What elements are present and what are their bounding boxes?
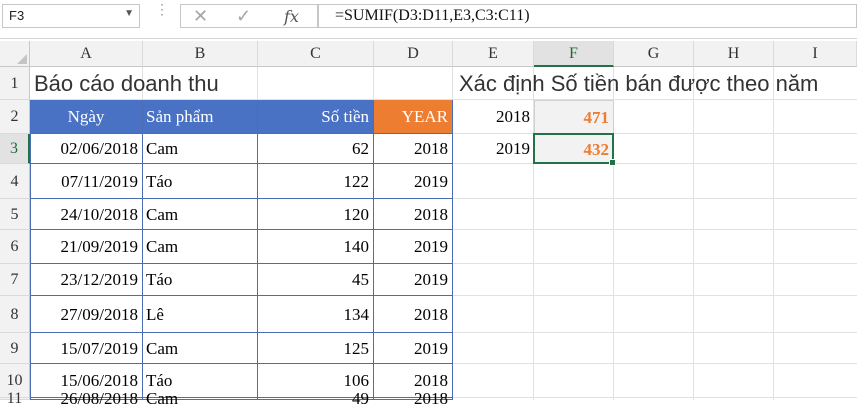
chevron-down-icon[interactable]: ▼ — [124, 8, 134, 19]
formula-bar: F3 ▼ ⋮ ✕ ✓ fx =SUMIF(D3:D11,E3,C3:C11) — [0, 0, 857, 39]
column-header-c[interactable]: C — [258, 41, 374, 67]
table-cell-product[interactable]: Cam — [143, 199, 258, 230]
table-cell-product[interactable]: Táo — [143, 164, 258, 199]
table-header-product[interactable]: Sản phẩm — [143, 100, 258, 134]
column-header-e[interactable]: E — [453, 41, 534, 67]
table-cell-date[interactable]: 24/10/2018 — [30, 199, 143, 230]
name-box[interactable]: F3 ▼ — [2, 4, 140, 28]
row-header-1[interactable]: 1 — [0, 67, 30, 100]
row-header-4[interactable]: 4 — [0, 164, 30, 199]
column-gridline — [773, 67, 774, 400]
insert-function-icon[interactable]: fx — [284, 7, 299, 26]
table-cell-amount[interactable]: 62 — [258, 134, 374, 164]
table-cell-amount[interactable]: 134 — [258, 296, 374, 333]
select-all-icon — [17, 54, 27, 64]
cancel-icon[interactable]: ✕ — [193, 6, 208, 27]
drag-handle-icon[interactable]: ⋮ — [155, 2, 169, 16]
column-header-a[interactable]: A — [30, 41, 143, 67]
table-cell-amount[interactable]: 140 — [258, 230, 374, 264]
table-cell-year[interactable]: 2018 — [374, 199, 453, 230]
row-header-9[interactable]: 9 — [0, 333, 30, 364]
table-header-year[interactable]: YEAR — [374, 100, 453, 134]
table-cell-product[interactable]: Cam — [143, 333, 258, 364]
formula-input[interactable]: =SUMIF(D3:D11,E3,C3:C11) — [318, 4, 857, 28]
table-cell-product[interactable]: Cam — [143, 134, 258, 164]
column-header-i[interactable]: I — [774, 41, 857, 67]
name-box-value: F3 — [9, 8, 25, 23]
table-cell-date[interactable]: 27/09/2018 — [30, 296, 143, 333]
table-cell-product[interactable]: Táo — [143, 264, 258, 296]
table-cell-product[interactable]: Lê — [143, 296, 258, 333]
row-header-7[interactable]: 7 — [0, 264, 30, 296]
table-cell-year[interactable]: 2019 — [374, 230, 453, 264]
formula-text: =SUMIF(D3:D11,E3,C3:C11) — [335, 7, 530, 24]
row-header-6[interactable]: 6 — [0, 230, 30, 264]
table-cell-amount[interactable]: 45 — [258, 264, 374, 296]
report-title[interactable]: Báo cáo doanh thu — [30, 67, 430, 100]
column-header-b[interactable]: B — [143, 41, 258, 67]
formula-buttons: ✕ ✓ fx — [180, 4, 318, 28]
table-header-amount[interactable]: Số tiền — [258, 100, 374, 134]
row-header-3[interactable]: 3 — [0, 134, 30, 164]
row-header-8[interactable]: 8 — [0, 296, 30, 333]
select-all-button[interactable] — [0, 41, 30, 67]
table-cell-product[interactable]: Cam — [143, 230, 258, 264]
column-header-g[interactable]: G — [614, 41, 694, 67]
table-cell-date[interactable]: 07/11/2019 — [30, 164, 143, 199]
table-cell-year[interactable]: 2019 — [374, 264, 453, 296]
table-cell-date[interactable]: 02/06/2018 — [30, 134, 143, 164]
table-cell-date[interactable]: 21/09/2019 — [30, 230, 143, 264]
table-header-date[interactable]: Ngày — [30, 100, 143, 134]
result-year-cell[interactable]: 2019 — [453, 134, 534, 164]
table-cell-year[interactable]: 2019 — [374, 333, 453, 364]
table-cell-amount[interactable]: 120 — [258, 199, 374, 230]
table-cell-date[interactable]: 23/12/2019 — [30, 264, 143, 296]
column-header-h[interactable]: H — [694, 41, 774, 67]
result-total-cell[interactable]: 471 — [534, 100, 614, 134]
lookup-title[interactable]: Xác định Số tiền bán được theo năm — [459, 67, 857, 100]
table-cell-amount[interactable]: 122 — [258, 164, 374, 199]
table-cell-amount[interactable]: 125 — [258, 333, 374, 364]
result-total-cell[interactable]: 432 — [534, 134, 614, 164]
spreadsheet-grid[interactable]: A B C D E F G H I 1 2 3 4 5 6 7 8 9 10 11 Báo cáo doanh thu X… — [0, 38, 857, 407]
result-year-cell[interactable]: 2018 — [453, 100, 534, 134]
column-header-d[interactable]: D — [374, 41, 453, 67]
row-header-5[interactable]: 5 — [0, 199, 30, 230]
column-header-f[interactable]: F — [534, 41, 614, 67]
row-header-2[interactable]: 2 — [0, 100, 30, 134]
check-icon[interactable]: ✓ — [236, 6, 251, 27]
table-cell-date[interactable]: 15/07/2019 — [30, 333, 143, 364]
table-cell-year[interactable]: 2018 — [374, 134, 453, 164]
table-cell-year[interactable]: 2018 — [374, 296, 453, 333]
column-gridline — [693, 67, 694, 400]
table-cell-year[interactable]: 2019 — [374, 164, 453, 199]
